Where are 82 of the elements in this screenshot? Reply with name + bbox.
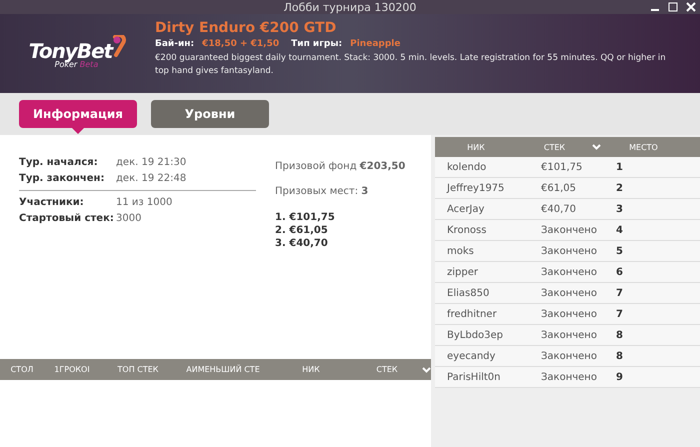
column-header[interactable]: СТЕК [352, 365, 422, 374]
player-row[interactable]: kolendo €101,75 1 [435, 157, 700, 178]
table-cell-text: €40,70 [540, 204, 577, 214]
game-type-label: Тип игры: [291, 39, 342, 49]
table-cell-text: Закончено [540, 266, 598, 278]
payout: 3. €40,70 [275, 237, 329, 250]
table-cell-text: 1 [616, 162, 624, 172]
column-header[interactable]: ТОП СТЕК [100, 365, 176, 374]
logo: TonyBet [28, 38, 112, 62]
info-value: дек. 19 21:30 [116, 156, 186, 170]
tournament-title: Dirty Enduro €200 GTD [155, 20, 338, 36]
table-cell-text: 4 [616, 224, 624, 236]
chevron-down-icon[interactable] [592, 144, 601, 150]
payout: 2. €61,05 [275, 224, 329, 237]
game-type-value: Pineapple [350, 39, 400, 49]
buyin-value: €18,50 + €1,50 [202, 39, 280, 49]
player-row[interactable]: moks Закончено 5 [435, 241, 700, 262]
prize-places: Призовых мест: 3 [275, 186, 370, 197]
info-value: дек. 19 22:48 [116, 172, 186, 186]
table-cell-text: 6 [616, 266, 624, 278]
column-header[interactable]: НИК [270, 365, 352, 374]
table-cell-text: Jeffrey1975 [446, 182, 506, 194]
chevron-down-icon[interactable] [422, 366, 431, 372]
tab-pointer-icon [72, 128, 84, 134]
table-cell-text: ParisHilt0n [446, 372, 502, 382]
column-header[interactable]: МЕСТО [601, 142, 686, 152]
table-cell-text: 8 [616, 350, 624, 362]
table-cell-text: Elias850 [446, 288, 490, 298]
table-cell-text: zipper [446, 266, 479, 278]
tab[interactable]: Уровни [151, 100, 269, 128]
table-cell-text: €101,75 [540, 162, 584, 172]
column-header[interactable]: 1ГРОКОI [44, 365, 100, 374]
table-cell-text: moks [446, 246, 475, 256]
logo-subtitle: Poker Beta [54, 60, 98, 68]
table-cell-text: 7 [616, 308, 624, 320]
player-row[interactable]: fredhitner Закончено 7 [435, 304, 700, 325]
player-row[interactable]: Jeffrey1975 €61,05 2 [435, 178, 700, 199]
player-row[interactable]: eyecandy Закончено 8 [435, 346, 700, 367]
column-header[interactable]: СТЕК [517, 142, 592, 152]
player-row[interactable]: Kronoss Закончено 4 [435, 220, 700, 241]
maximize-icon[interactable] [668, 2, 678, 12]
table-cell-text: 9 [616, 372, 624, 382]
info-label: Тур. начался: [19, 156, 99, 170]
table-cell-text: Закончено [540, 246, 598, 256]
buyin-label: Бай-ин: [155, 39, 194, 49]
table-cell-text: Закончено [540, 372, 598, 382]
table-cell-text: 5 [616, 246, 624, 256]
column-header[interactable]: СТОЛ [0, 365, 44, 374]
close-icon[interactable] [686, 2, 696, 12]
payout: 1. €101,75 [275, 211, 336, 224]
table-cell-text: 8 [616, 330, 624, 340]
table-cell-text: €61,05 [540, 182, 577, 194]
table-cell-text: Закончено [540, 288, 598, 298]
prize-pool: Призовой фонд €203,50 [275, 161, 406, 172]
table-cell-text: fredhitner [446, 308, 498, 320]
table-cell-text: Kronoss [446, 224, 488, 236]
table-cell-text: eyecandy [446, 350, 496, 362]
info-label: Тур. закончен: [19, 172, 106, 186]
column-header[interactable]: АИМЕНЬШИЙ СТЕ [176, 365, 270, 374]
column-header[interactable]: НИК [435, 142, 517, 152]
tournament-description: €200 guaranteed biggest daily tournament. Stack: 3000. 5 min. levels. Late registration for 55 minutes. QQ or higher in top hand gives fantasyland. [155, 52, 667, 78]
player-row[interactable]: AcerJay €40,70 3 [435, 199, 700, 220]
player-row[interactable]: ParisHilt0n Закончено 9 [435, 367, 700, 388]
table-cell-text: Закончено [540, 224, 598, 236]
table-cell-text: kolendo [446, 162, 488, 172]
player-row[interactable]: Elias850 Закончено 7 [435, 283, 700, 304]
table-cell-text: Закончено [540, 350, 598, 362]
table-cell-text: ByLbdo3ep [446, 330, 504, 340]
table-cell-text: Закончено [540, 330, 598, 340]
player-row[interactable]: ByLbdo3ep Закончено 8 [435, 325, 700, 346]
table-cell-text: AcerJay [446, 204, 486, 214]
window-title: Лобби турнира 130200 [284, 0, 416, 14]
info-label: Участники: [19, 196, 85, 210]
table-cell-text: 3 [616, 204, 624, 214]
table-cell-text: 2 [616, 182, 624, 194]
player-row[interactable]: zipper Закончено 6 [435, 262, 700, 283]
info-value: 3000 [116, 212, 142, 226]
info-value: 11 из 1000 [116, 196, 172, 210]
info-label: Стартовый стек: [19, 212, 115, 226]
table-cell-text: Закончено [540, 308, 598, 320]
logo-mark-icon [112, 34, 126, 58]
table-cell-text: 7 [616, 288, 624, 298]
